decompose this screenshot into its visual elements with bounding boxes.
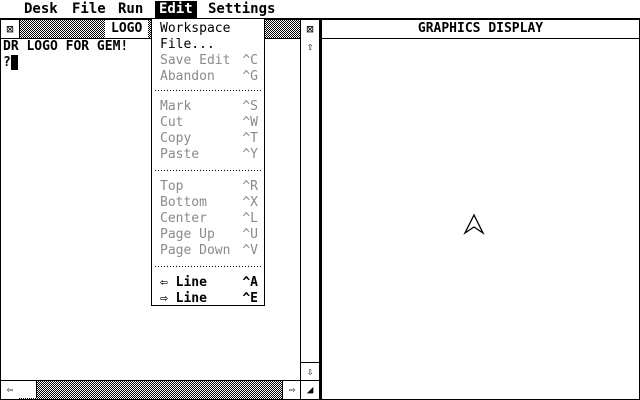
- vertical-scroll-thumb[interactable]: [301, 56, 319, 378]
- menu-item-label: Mark: [160, 99, 192, 114]
- menu-item-abandon[interactable]: Abandon ^G: [160, 69, 258, 85]
- menu-item-label: Page Down: [160, 243, 231, 258]
- menu-item-copy[interactable]: Copy ^T: [160, 131, 258, 147]
- menu-item-shortcut: ^U: [242, 227, 258, 242]
- menu-item-top[interactable]: Top ^R: [160, 179, 258, 195]
- menu-item-label: Top: [160, 179, 184, 194]
- full-box-icon[interactable]: ⊠: [300, 20, 319, 38]
- menu-item-label: Abandon: [160, 69, 215, 84]
- menu-item-label: Bottom: [160, 195, 207, 210]
- menu-item-shortcut: ^E: [242, 291, 258, 306]
- graphics-title-bar[interactable]: GRAPHICS DISPLAY: [322, 20, 639, 39]
- horizontal-scroll-thumb[interactable]: [19, 381, 37, 398]
- menu-item-shortcut: ^Y: [242, 147, 258, 162]
- menu-separator: [154, 169, 262, 172]
- menu-item-page-down[interactable]: Page Down ^V: [160, 243, 258, 259]
- menu-item-shortcut: ^A: [242, 275, 258, 290]
- menu-item-label: Paste: [160, 147, 200, 162]
- menu-item-label: Workspace: [160, 21, 231, 36]
- logo-window-title: LOGO: [105, 20, 149, 38]
- menu-item-center[interactable]: Center ^L: [160, 211, 258, 227]
- menu-run[interactable]: Run: [114, 1, 147, 18]
- logo-output-line: DR LOGO FOR GEM!: [3, 39, 129, 54]
- close-box-icon[interactable]: ⊠: [1, 20, 20, 38]
- menu-item-shortcut: ^C: [242, 53, 258, 68]
- menu-edit[interactable]: Edit: [155, 1, 197, 18]
- menu-item-label: Center: [160, 211, 207, 226]
- menu-item-label: File...: [160, 37, 215, 52]
- graphics-canvas[interactable]: [322, 39, 639, 399]
- menu-item-label: Line: [175, 291, 207, 306]
- graphics-window-title: GRAPHICS DISPLAY: [417, 21, 544, 36]
- menu-item-label: Line: [175, 275, 207, 290]
- menu-item-label: Copy: [160, 131, 192, 146]
- left-arrow-icon: ⇦: [160, 275, 176, 290]
- logo-vertical-scrollbar[interactable]: ⇧ ⇩: [300, 38, 319, 381]
- scroll-up-arrow-icon[interactable]: ⇧: [301, 38, 319, 57]
- menu-item-shortcut: ^G: [242, 69, 258, 84]
- menu-item-line-forward[interactable]: ⇨ Line ^E: [160, 291, 258, 307]
- right-arrow-icon: ⇨: [160, 291, 176, 306]
- size-box-icon[interactable]: ◢: [300, 380, 319, 399]
- graphics-window: GRAPHICS DISPLAY: [320, 19, 640, 400]
- menu-item-save-edit[interactable]: Save Edit ^C: [160, 53, 258, 69]
- logo-horizontal-scrollbar[interactable]: ⇦ ⇨: [1, 380, 301, 399]
- menu-item-shortcut: ^V: [242, 243, 258, 258]
- menu-item-shortcut: ^R: [242, 179, 258, 194]
- menu-item-cut[interactable]: Cut ^W: [160, 115, 258, 131]
- menu-bar: Desk File Run Edit Settings: [0, 0, 640, 19]
- menu-settings[interactable]: Settings: [204, 1, 279, 18]
- turtle-icon: [463, 213, 485, 235]
- text-cursor: [11, 55, 18, 70]
- menu-item-mark[interactable]: Mark ^S: [160, 99, 258, 115]
- scroll-left-arrow-icon[interactable]: ⇦: [1, 381, 20, 399]
- menu-item-shortcut: ^X: [242, 195, 258, 210]
- menu-item-page-up[interactable]: Page Up ^U: [160, 227, 258, 243]
- menu-file[interactable]: File: [68, 1, 110, 18]
- menu-item-label: Page Up: [160, 227, 215, 242]
- menu-item-shortcut: ^L: [242, 211, 258, 226]
- menu-item-label: Cut: [160, 115, 184, 130]
- menu-item-line-back[interactable]: ⇦ Line ^A: [160, 275, 258, 291]
- menu-item-paste[interactable]: Paste ^Y: [160, 147, 258, 163]
- menu-item-bottom[interactable]: Bottom ^X: [160, 195, 258, 211]
- menu-item-shortcut: ^W: [242, 115, 258, 130]
- menu-item-file[interactable]: File...: [160, 37, 258, 53]
- menu-item-workspace[interactable]: Workspace: [160, 21, 258, 37]
- menu-desk[interactable]: Desk: [20, 1, 62, 18]
- edit-dropdown-menu: Workspace File... Save Edit ^C Abandon ^G …: [151, 19, 265, 306]
- menu-item-label: Save Edit: [160, 53, 231, 68]
- logo-prompt: ?: [3, 55, 11, 70]
- menu-item-shortcut: ^S: [242, 99, 258, 114]
- scroll-right-arrow-icon[interactable]: ⇨: [282, 381, 301, 399]
- menu-item-shortcut: ^T: [242, 131, 258, 146]
- menu-separator: [154, 265, 262, 268]
- scroll-down-arrow-icon[interactable]: ⇩: [301, 362, 319, 381]
- menu-separator: [154, 89, 262, 92]
